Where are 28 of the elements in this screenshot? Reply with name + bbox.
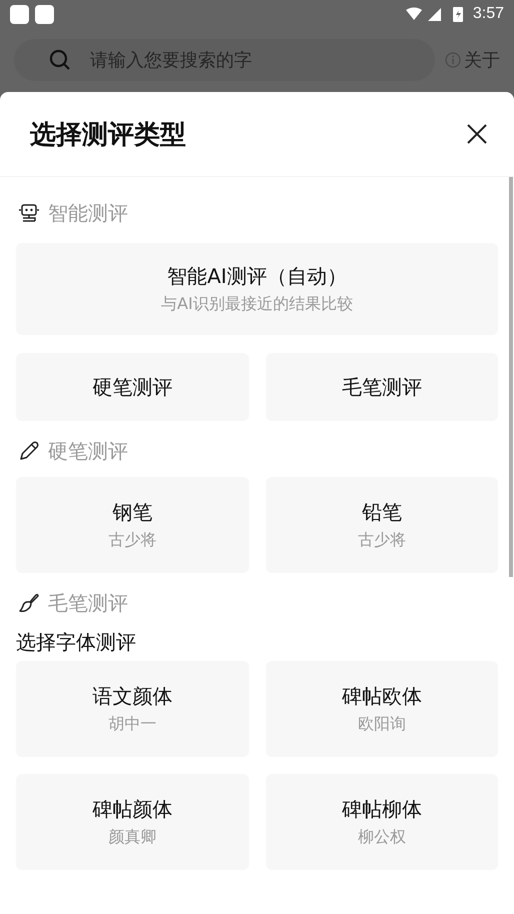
- option-card[interactable]: 毛笔测评: [266, 353, 498, 421]
- option-card[interactable]: 碑帖欧体 欧阳询: [266, 661, 498, 757]
- close-button[interactable]: [466, 123, 488, 145]
- close-icon: [466, 123, 488, 145]
- info-icon: [445, 52, 461, 68]
- battery-icon: [452, 6, 463, 22]
- option-card[interactable]: 铅笔 古少将: [266, 477, 498, 573]
- option-card[interactable]: 碑帖柳体 柳公权: [266, 774, 498, 870]
- wifi-icon: [406, 7, 422, 21]
- option-card[interactable]: 语文颜体 胡中一: [16, 661, 248, 757]
- section-subheading: 选择字体测评: [16, 628, 137, 656]
- clock: 3:57: [472, 5, 504, 23]
- section-title: 硬笔测评: [48, 438, 128, 464]
- search-icon: [48, 48, 72, 72]
- section-title: 智能测评: [48, 200, 128, 226]
- pencil-icon: [18, 440, 40, 462]
- search-field[interactable]: 请输入您要搜索的字: [14, 39, 435, 81]
- notification-icon: [10, 4, 29, 24]
- notification-icon: [35, 4, 54, 24]
- option-card[interactable]: 碑帖颜体 颜真卿: [16, 774, 248, 870]
- brush-icon: [18, 592, 40, 614]
- option-card[interactable]: 智能AI测评（自动） 与AI识别最接近的结果比较: [16, 243, 498, 335]
- robot-icon: [18, 202, 40, 224]
- option-card[interactable]: 硬笔测评: [16, 353, 248, 421]
- sheet-title: 选择测评类型: [30, 118, 186, 152]
- section-title: 毛笔测评: [48, 590, 128, 616]
- option-card[interactable]: 钢笔 古少将: [16, 477, 248, 573]
- signal-icon: [428, 8, 441, 20]
